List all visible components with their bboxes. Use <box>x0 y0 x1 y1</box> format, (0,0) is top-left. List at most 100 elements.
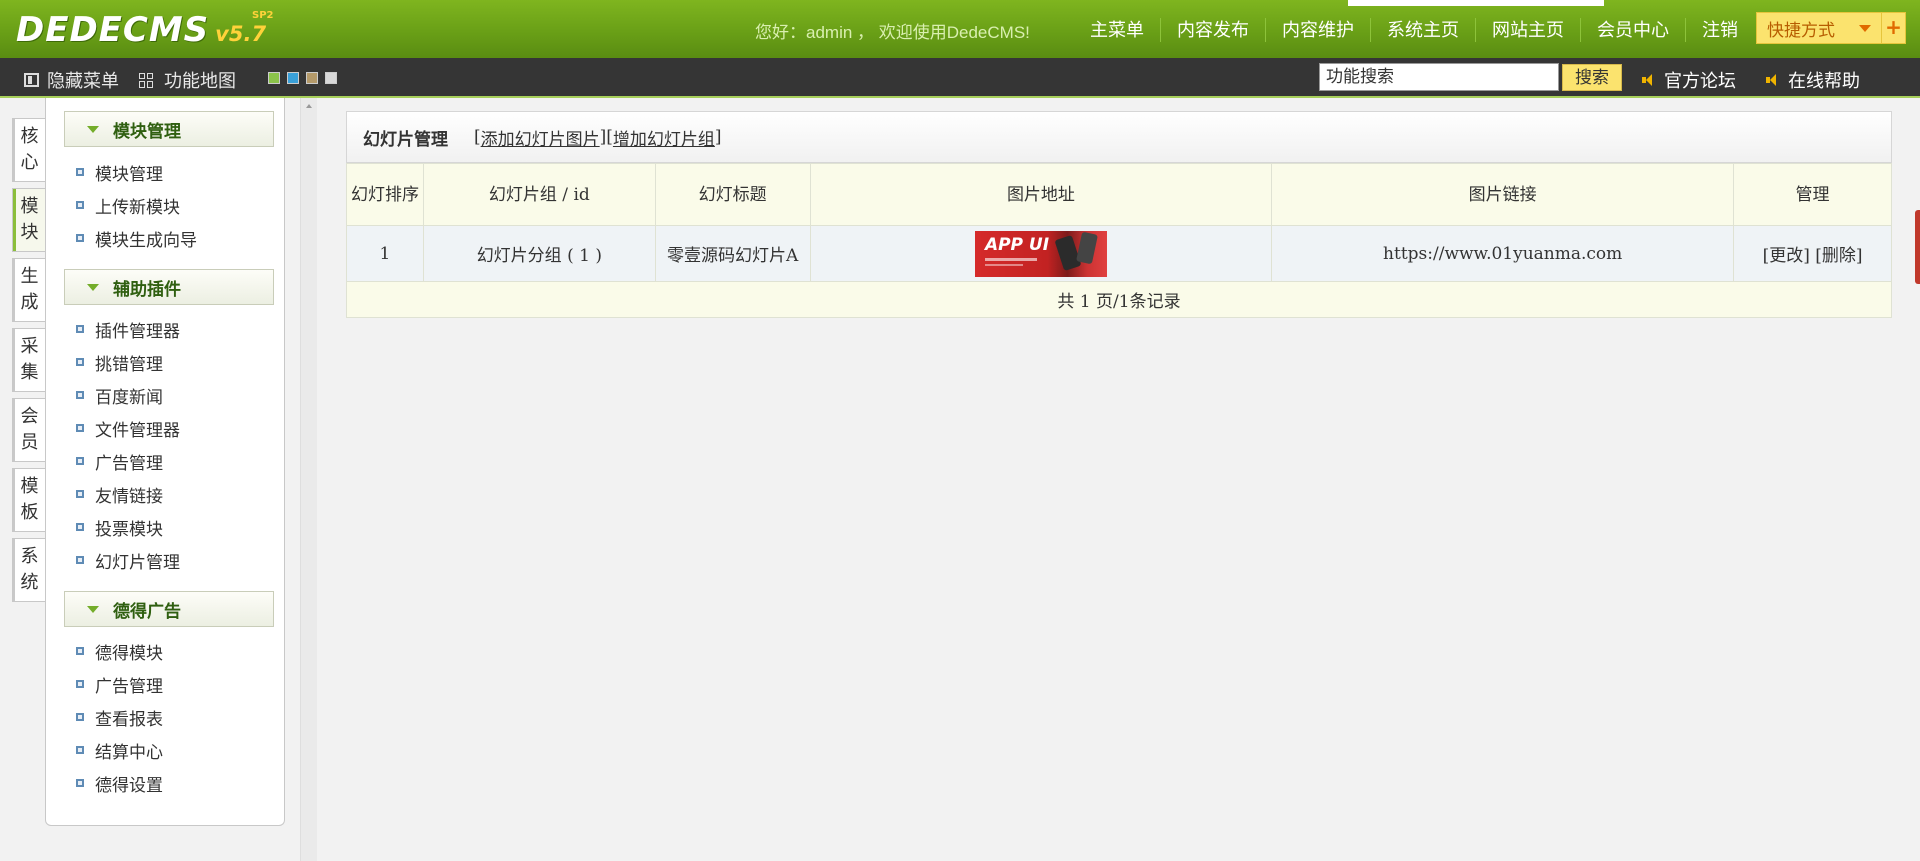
shortcut-dropdown[interactable]: 快捷方式 + <box>1756 12 1906 44</box>
tab-templates-char2: 板 <box>20 502 39 523</box>
menu-group-dede-ads[interactable]: 德得广告 <box>64 591 274 627</box>
column-header-order: 幻灯排序 <box>346 163 424 226</box>
tab-collect[interactable]: 采 集 <box>12 328 46 392</box>
pagination-info: 共 1 页/1条记录 <box>346 281 1892 318</box>
theme-swatch-brown[interactable] <box>306 72 318 84</box>
tab-collect-char2: 集 <box>20 362 39 383</box>
column-header-title: 幻灯标题 <box>654 163 811 226</box>
menu-item-upload-module[interactable]: 上传新模块 <box>76 192 180 218</box>
collapse-arrow-icon[interactable] <box>306 104 312 108</box>
menu-item-file-manager[interactable]: 文件管理器 <box>76 415 180 441</box>
hide-menu-label: 隐藏菜单 <box>47 71 119 91</box>
add-slide-group-link[interactable]: 增加幻灯片组 <box>613 125 715 150</box>
theme-swatch-blue[interactable] <box>287 72 299 84</box>
bullet-icon <box>76 325 84 333</box>
header-underline <box>0 96 1920 98</box>
thumbnail-text: APP UI <box>984 234 1050 255</box>
menu-item-label: 模块管理 <box>95 164 163 185</box>
grid-icon <box>139 72 154 88</box>
tab-members-char1: 会 <box>20 406 39 427</box>
menu-item-error-report[interactable]: 挑错管理 <box>76 349 163 375</box>
tab-collect-char1: 采 <box>20 336 39 357</box>
bullet-icon <box>76 556 84 564</box>
edit-button[interactable]: [更改] <box>1763 246 1810 266</box>
sidebar-menu: 模块管理 模块管理 上传新模块 模块生成向导 辅助插件 插件管理器 挑错管理 百… <box>45 98 285 826</box>
nav-site-home[interactable]: 网站主页 <box>1475 18 1580 42</box>
theme-switcher <box>268 72 344 84</box>
menu-item-label: 幻灯片管理 <box>95 552 180 573</box>
online-help-link[interactable]: 在线帮助 <box>1766 67 1860 93</box>
theme-swatch-green[interactable] <box>268 72 280 84</box>
tab-templates[interactable]: 模 板 <box>12 468 46 532</box>
hide-menu-button[interactable]: 隐藏菜单 <box>24 67 119 93</box>
menu-item-ad-management[interactable]: 广告管理 <box>76 671 163 697</box>
menu-item-plugin-manager[interactable]: 插件管理器 <box>76 316 180 342</box>
bullet-icon <box>76 168 84 176</box>
bullet-icon <box>76 457 84 465</box>
side-widget-tab[interactable] <box>1915 210 1920 284</box>
logo-sup: SP2 <box>252 10 274 21</box>
menu-item-baidu-news[interactable]: 百度新闻 <box>76 382 163 408</box>
cell-group: 幻灯片分组 ( 1 ) <box>422 225 656 282</box>
tab-modules-char2: 块 <box>20 222 39 243</box>
bullet-icon <box>76 647 84 655</box>
cell-image: APP UI <box>809 225 1273 282</box>
menu-item-dede-module[interactable]: 德得模块 <box>76 638 163 664</box>
menu-group-module-management[interactable]: 模块管理 <box>64 111 274 147</box>
menu-item-slideshow-manager[interactable]: 幻灯片管理 <box>76 547 180 573</box>
menu-item-label: 查看报表 <box>95 709 163 730</box>
tab-modules[interactable]: 模 块 <box>12 188 46 252</box>
column-header-group: 幻灯片组 / id <box>422 163 656 226</box>
menu-item-settlement[interactable]: 结算中心 <box>76 737 163 763</box>
add-slide-image-link[interactable]: 添加幻灯片图片 <box>481 125 600 150</box>
nav-main-menu[interactable]: 主菜单 <box>1074 18 1160 42</box>
add-shortcut-button[interactable]: + <box>1881 13 1905 43</box>
tab-core[interactable]: 核 心 <box>12 118 46 182</box>
phone-graphic <box>1075 231 1098 264</box>
nav-system-home[interactable]: 系统主页 <box>1370 18 1475 42</box>
nav-logout[interactable]: 注销 <box>1685 18 1754 42</box>
tab-members[interactable]: 会 员 <box>12 398 46 462</box>
tab-generate[interactable]: 生 成 <box>12 258 46 322</box>
nav-content-publish[interactable]: 内容发布 <box>1160 18 1265 42</box>
cell-order: 1 <box>346 225 424 282</box>
cell-link: https://www.01yuanma.com <box>1271 225 1735 282</box>
bracket: ] <box>599 127 607 147</box>
bullet-icon <box>76 358 84 366</box>
delete-button[interactable]: [删除] <box>1815 246 1862 266</box>
tab-generate-char1: 生 <box>20 266 39 287</box>
tab-core-char1: 核 <box>20 126 39 147</box>
slide-thumbnail[interactable]: APP UI <box>974 230 1107 277</box>
tab-system[interactable]: 系 统 <box>12 538 46 602</box>
menu-item-friend-links[interactable]: 友情链接 <box>76 481 163 507</box>
menu-item-module-management[interactable]: 模块管理 <box>76 159 163 185</box>
official-forum-link[interactable]: 官方论坛 <box>1642 67 1736 93</box>
nav-content-maintain[interactable]: 内容维护 <box>1265 18 1370 42</box>
bracket: ] <box>714 127 722 147</box>
page-title: 幻灯片管理 <box>363 129 448 150</box>
online-help-label: 在线帮助 <box>1788 71 1860 91</box>
menu-item-ad-manager[interactable]: 广告管理 <box>76 448 163 474</box>
theme-swatch-gray[interactable] <box>325 72 337 84</box>
menu-item-view-reports[interactable]: 查看报表 <box>76 704 163 730</box>
menu-item-label: 德得设置 <box>95 775 163 796</box>
menu-item-module-wizard[interactable]: 模块生成向导 <box>76 225 197 251</box>
sidebar-splitter[interactable] <box>300 98 317 861</box>
nav-member-center[interactable]: 会员中心 <box>1580 18 1685 42</box>
menu-item-vote-module[interactable]: 投票模块 <box>76 514 163 540</box>
function-map-button[interactable]: 功能地图 <box>139 67 236 93</box>
bullet-icon <box>76 391 84 399</box>
menu-group-plugins[interactable]: 辅助插件 <box>64 269 274 305</box>
function-search-input[interactable]: 功能搜索 <box>1319 63 1559 91</box>
menu-group-title: 辅助插件 <box>113 279 181 300</box>
tab-core-char2: 心 <box>20 152 39 173</box>
expand-icon <box>87 605 99 613</box>
menu-item-label: 友情链接 <box>95 486 163 507</box>
bullet-icon <box>76 713 84 721</box>
column-header-link: 图片链接 <box>1271 163 1735 226</box>
search-button[interactable]: 搜索 <box>1562 64 1622 91</box>
bullet-icon <box>76 201 84 209</box>
top-nav: 主菜单 内容发布 内容维护 系统主页 网站主页 会员中心 注销 <box>1074 18 1754 42</box>
menu-item-dede-settings[interactable]: 德得设置 <box>76 770 163 796</box>
menu-item-label: 百度新闻 <box>95 387 163 408</box>
